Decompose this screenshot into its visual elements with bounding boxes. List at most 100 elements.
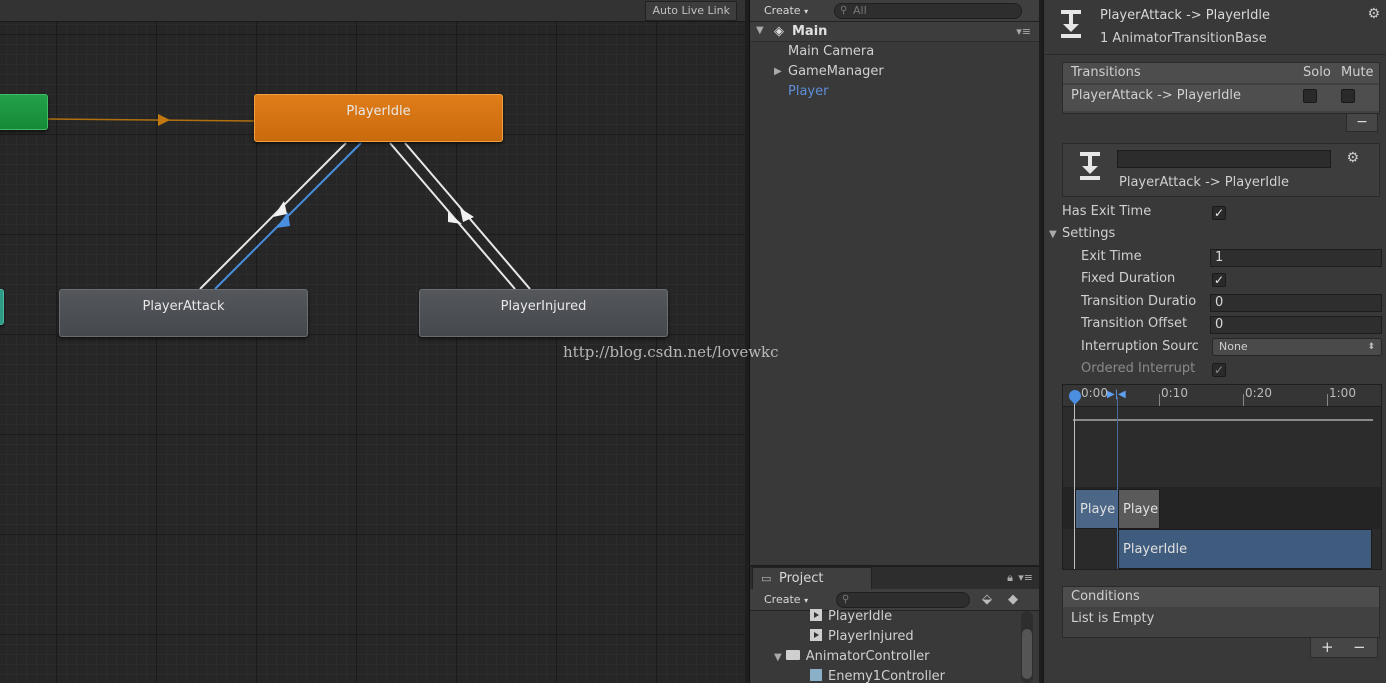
project-tabbar: ▭ Project 🔒︎ ▾≡ — [750, 567, 1039, 589]
scene-row[interactable]: ▼ ◈ Main ▾≡ — [750, 22, 1039, 42]
remove-transition-button[interactable]: − — [1346, 114, 1378, 132]
gear-icon[interactable]: ⚙ — [1346, 150, 1359, 166]
hierarchy-create-button[interactable]: Create ▾ — [756, 2, 816, 20]
transition-duration-input[interactable]: 0 — [1210, 294, 1382, 312]
entry-state-node[interactable] — [0, 94, 48, 130]
animator-graph[interactable]: Auto Live Link PlayerIdle PlayerAttack P… — [0, 0, 745, 683]
watermark-text: http://blog.csdn.net/lovewkc — [563, 343, 779, 361]
hierarchy-item-gamemanager[interactable]: GameManager — [788, 62, 884, 82]
transitions-header: Transitions Solo Mute — [1063, 63, 1379, 83]
panel-menu-icon[interactable]: ▾≡ — [1018, 571, 1033, 584]
fixed-duration-checkbox[interactable]: ✓ — [1212, 273, 1226, 287]
timeline-tick-label: 0:20 — [1245, 386, 1272, 400]
icon-arrow — [1082, 166, 1098, 174]
animation-clip-icon — [810, 629, 822, 641]
timeline-tick — [1327, 394, 1328, 406]
expand-arrow-icon[interactable]: ▶ — [774, 62, 782, 82]
search-placeholder: All — [853, 4, 867, 17]
folder-icon: ▭ — [761, 572, 772, 585]
tab-project[interactable]: ▭ Project — [752, 567, 872, 589]
lock-icon[interactable]: 🔒︎ — [1007, 571, 1013, 585]
fixed-duration-label: Fixed Duration — [1081, 271, 1176, 286]
project-folder-label: AnimatorController — [805, 649, 930, 664]
idle-to-attack-line[interactable] — [199, 142, 347, 290]
interruption-source-label: Interruption Sourc — [1081, 339, 1199, 354]
timeline-tick-label: 0:10 — [1161, 386, 1188, 400]
state-node-player-attack[interactable]: PlayerAttack — [59, 289, 308, 337]
source-clip-next-bar[interactable]: Playe — [1118, 489, 1160, 529]
divider — [1044, 54, 1386, 55]
hierarchy-item-main-camera[interactable]: Main Camera — [788, 42, 874, 62]
project-folder[interactable]: ▼ AnimatorController — [774, 647, 929, 667]
transition-list-row[interactable]: PlayerAttack -> PlayerIdle — [1063, 85, 1379, 111]
tab-project-label: Project — [779, 571, 824, 586]
project-item[interactable]: Enemy1Controller — [810, 667, 945, 683]
exit-time-input[interactable]: 1 — [1210, 249, 1382, 267]
scene-menu-icon[interactable]: ▾≡ — [1016, 25, 1031, 38]
ordered-interruption-checkbox: ✓ — [1212, 363, 1226, 377]
transition-curve — [1073, 419, 1373, 421]
transition-timeline[interactable]: 0:00 0:10 0:20 1:00 Playe Playe PlayerId… — [1062, 384, 1382, 570]
project-item[interactable]: PlayerIdle — [810, 607, 892, 627]
transitions-header-label: Transitions — [1071, 65, 1141, 80]
mute-column-label: Mute — [1341, 65, 1374, 80]
collapse-arrow-icon[interactable]: ▼ — [756, 25, 764, 36]
transition-list-row-label: PlayerAttack -> PlayerIdle — [1071, 88, 1241, 103]
timeline-playhead[interactable] — [1074, 397, 1075, 569]
transition-name-field[interactable] — [1117, 150, 1331, 168]
project-item-label: Enemy1Controller — [828, 669, 946, 683]
any-state-node[interactable] — [0, 289, 4, 325]
remove-condition-button[interactable]: − — [1353, 638, 1366, 656]
mute-checkbox[interactable] — [1341, 89, 1355, 103]
has-exit-time-checkbox[interactable]: ✓ — [1212, 206, 1226, 220]
project-panel: ▭ Project 🔒︎ ▾≡ Create ▾ ⚲ ⬙ ◆ PlayerIdl… — [749, 567, 1039, 683]
hierarchy-item-player[interactable]: Player — [788, 82, 828, 102]
search-icon: ⚲ — [842, 594, 850, 605]
collapse-arrow-icon[interactable]: ▼ — [774, 652, 782, 663]
gear-icon[interactable]: ⚙ — [1367, 6, 1380, 22]
transition-settings-header: ⚙ PlayerAttack -> PlayerIdle — [1062, 143, 1380, 197]
project-search-input[interactable]: ⚲ — [836, 592, 970, 608]
destination-clip-bar[interactable]: PlayerIdle — [1118, 529, 1372, 569]
timeline-tick-label: 1:00 — [1329, 386, 1356, 400]
timeline-tick-label: 0:00 — [1081, 386, 1108, 400]
transition-offset-input[interactable]: 0 — [1210, 316, 1382, 334]
hierarchy-search-input[interactable]: ⚲ All — [834, 3, 1022, 19]
project-scrollbar[interactable] — [1021, 611, 1033, 683]
transitions-list: Transitions Solo Mute PlayerAttack -> Pl… — [1062, 62, 1380, 114]
create-label: Create — [764, 593, 801, 606]
dropdown-icon: ▾ — [804, 596, 809, 605]
icon-bar — [1061, 34, 1081, 38]
project-create-button[interactable]: Create ▾ — [756, 591, 816, 609]
transition-duration-handle-icon[interactable]: ▶|◀ — [1107, 389, 1126, 400]
icon-bar — [1080, 176, 1100, 180]
add-condition-button[interactable]: + — [1321, 638, 1334, 656]
exit-time-label: Exit Time — [1081, 249, 1142, 264]
entry-transition-line[interactable] — [47, 118, 255, 122]
source-clip-bar[interactable]: Playe — [1075, 489, 1118, 529]
folder-icon — [785, 650, 800, 660]
filter-by-label-icon[interactable]: ◆ — [1008, 592, 1018, 607]
unity-scene-icon: ◈ — [774, 24, 784, 39]
scrollbar-thumb[interactable] — [1022, 629, 1032, 679]
has-exit-time-label: Has Exit Time — [1062, 204, 1152, 219]
settings-foldout-arrow-icon[interactable]: ▼ — [1049, 229, 1057, 240]
conditions-footer: + − — [1310, 638, 1378, 658]
hierarchy-panel: Create ▾ ⚲ All ▼ ◈ Main ▾≡ Main Camera ▶… — [749, 0, 1039, 565]
transition-duration-label: Transition Duratio — [1081, 294, 1197, 309]
dropdown-icon: ▾ — [804, 7, 809, 16]
settings-foldout-label[interactable]: Settings — [1062, 226, 1115, 241]
solo-checkbox[interactable] — [1303, 89, 1317, 103]
interruption-source-dropdown[interactable]: None ⬍ — [1212, 338, 1382, 356]
inspector-subtitle: 1 AnimatorTransitionBase — [1100, 31, 1267, 46]
project-item-label: PlayerIdle — [828, 609, 893, 624]
state-node-player-idle[interactable]: PlayerIdle — [254, 94, 503, 142]
state-node-player-injured[interactable]: PlayerInjured — [419, 289, 668, 337]
inspector-title: PlayerAttack -> PlayerIdle — [1100, 8, 1270, 23]
ordered-interruption-label: Ordered Interrupt — [1081, 361, 1196, 376]
scene-name: Main — [792, 24, 828, 39]
project-item-label: PlayerInjured — [828, 629, 914, 644]
filter-by-type-icon[interactable]: ⬙ — [982, 592, 992, 607]
project-item[interactable]: PlayerInjured — [810, 627, 914, 647]
interruption-source-value: None — [1219, 340, 1248, 353]
